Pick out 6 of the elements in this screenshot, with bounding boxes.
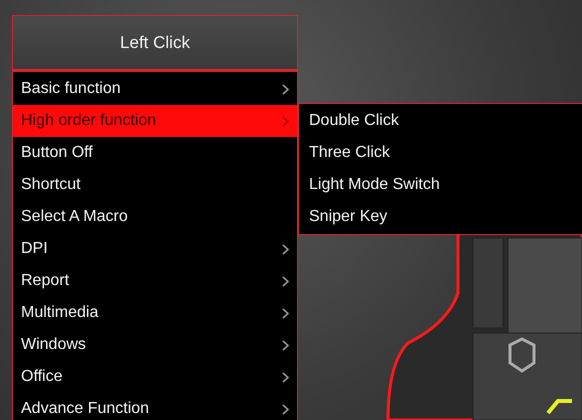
menu-item[interactable]: High order function: [13, 105, 297, 137]
submenu-item[interactable]: Double Click: [299, 105, 582, 137]
submenu-item[interactable]: Three Click: [299, 137, 582, 169]
header-title: Left Click: [120, 32, 190, 52]
submenu-item[interactable]: Sniper Key: [299, 201, 582, 233]
submenu-item[interactable]: Light Mode Switch: [299, 169, 582, 201]
